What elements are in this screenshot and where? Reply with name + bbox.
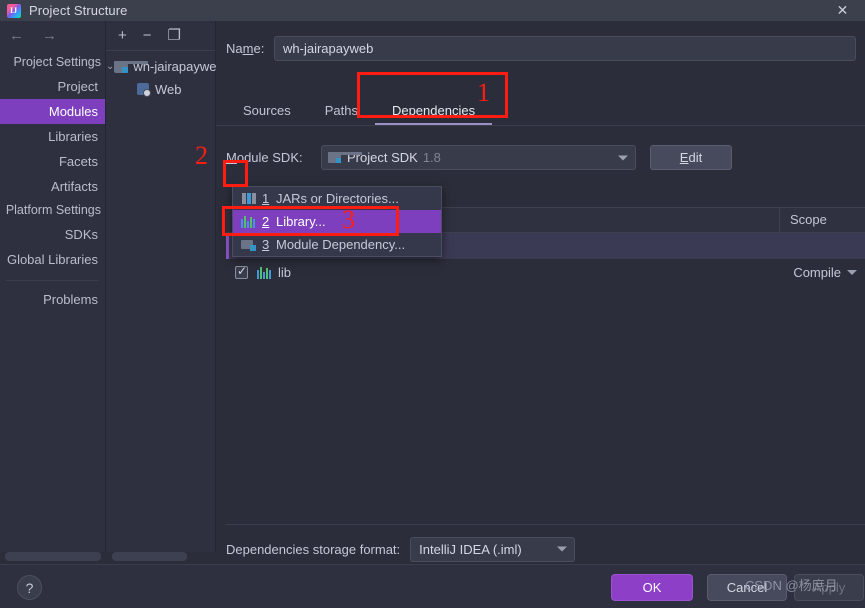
library-icon [257, 266, 271, 279]
close-icon[interactable]: ✕ [820, 0, 865, 21]
table-row[interactable]: lib Compile [226, 259, 865, 285]
watermark: CSDN @杨庶月 [745, 578, 838, 593]
module-tree-toolbar: + − ❐ [106, 21, 215, 50]
module-name-input[interactable]: wh-jairapayweb [274, 35, 856, 61]
sdk-folder-icon [328, 152, 362, 163]
module-sdk-select[interactable]: Project SDK 1.8 [321, 145, 636, 170]
ok-button[interactable]: OK [611, 574, 693, 601]
column-header-scope: Scope [779, 207, 865, 233]
module-sdk-version: 1.8 [422, 150, 441, 165]
dialog-footer: ? OK Cancel Apply [0, 564, 865, 608]
settings-sidebar: ← → Project Settings Project Modules Lib… [0, 21, 106, 552]
sidebar-item-facets[interactable]: Facets [0, 149, 105, 174]
remove-module-icon[interactable]: − [143, 28, 152, 43]
module-tree-body: ⌄ wh-jairapayweb Web [106, 50, 224, 101]
storage-format-label: Dependencies storage format: [226, 541, 401, 557]
storage-divider [226, 524, 865, 525]
annotation-number-1: 1 [477, 78, 490, 107]
menu-item-label: Module Dependency... [276, 237, 406, 252]
chevron-down-icon [847, 269, 857, 275]
annotation-number-3: 3 [342, 205, 355, 234]
tree-node-label: Web [155, 82, 182, 97]
jar-icon [241, 192, 256, 205]
module-tabs: Sources Paths Dependencies [226, 97, 493, 125]
menu-item-number: 2 [262, 214, 270, 229]
tree-node-web[interactable]: Web [106, 78, 215, 101]
dependency-name-label: lib [278, 264, 292, 280]
dependency-name-cell: lib [226, 264, 765, 280]
module-editor-panel: Name: wh-jairapayweb Sources Paths Depen… [216, 21, 865, 562]
window-title: Project Structure [29, 3, 128, 18]
menu-item-library[interactable]: 2 Library... [233, 210, 441, 233]
sidebar-item-libraries[interactable]: Libraries [0, 124, 105, 149]
module-folder-icon [114, 60, 149, 73]
tabs-divider [216, 125, 865, 126]
chevron-down-icon [557, 546, 568, 552]
tab-dependencies[interactable]: Dependencies [374, 98, 493, 125]
module-name-label: Name: [226, 40, 265, 56]
menu-item-number: 3 [262, 237, 270, 252]
intellij-idea-logo-icon: IJ [7, 3, 21, 18]
menu-item-label: JARs or Directories... [276, 191, 399, 206]
sidebar-divider [6, 280, 99, 281]
forward-icon[interactable]: → [42, 28, 57, 43]
copy-module-icon[interactable]: ❐ [168, 28, 181, 43]
sidebar-horizontal-scrollbar[interactable] [5, 552, 101, 561]
tree-node-module[interactable]: ⌄ wh-jairapayweb [106, 55, 224, 78]
help-button[interactable]: ? [17, 575, 42, 600]
edit-sdk-button[interactable]: Edit [650, 145, 732, 170]
sidebar-item-modules[interactable]: Modules [0, 99, 105, 124]
sidebar-group-platform-settings: Platform Settings [5, 203, 101, 217]
sidebar-group-project-settings: Project Settings [13, 55, 101, 69]
export-checkbox[interactable] [235, 264, 248, 279]
dependency-scope-label: Compile [793, 264, 841, 280]
module-tree-panel: + − ❐ ⌄ wh-jairapayweb Web [106, 21, 224, 552]
module-sdk-label: Module SDK: [226, 150, 303, 165]
web-facet-icon [136, 83, 151, 97]
tab-sources[interactable]: Sources [226, 98, 308, 125]
add-dependency-menu: 1 JARs or Directories... 2 Library... 3 … [232, 186, 442, 257]
module-name-row: Name: wh-jairapayweb [226, 35, 856, 61]
back-icon[interactable]: ← [9, 28, 24, 43]
tab-paths[interactable]: Paths [308, 98, 375, 125]
sidebar-list: Project Settings Project Modules Librari… [0, 50, 105, 312]
chevron-down-icon [618, 155, 628, 160]
storage-format-row: Dependencies storage format: IntelliJ ID… [226, 536, 856, 562]
sidebar-item-global-libraries[interactable]: Global Libraries [0, 247, 105, 272]
annotation-number-2: 2 [195, 141, 208, 170]
menu-item-label: Library... [276, 214, 326, 229]
sidebar-item-sdks[interactable]: SDKs [0, 222, 105, 247]
storage-format-value: IntelliJ IDEA (.iml) [419, 541, 522, 557]
project-structure-dialog: IJ Project Structure ✕ ← → Project Setti… [0, 0, 865, 608]
storage-format-select[interactable]: IntelliJ IDEA (.iml) [410, 536, 576, 562]
menu-item-module-dependency[interactable]: 3 Module Dependency... [233, 233, 441, 256]
library-icon [241, 215, 255, 228]
nav-arrows: ← → [0, 21, 105, 50]
add-module-icon[interactable]: + [118, 28, 127, 43]
sidebar-item-project[interactable]: Project [0, 74, 105, 99]
chevron-down-icon[interactable]: ⌄ [106, 61, 114, 72]
sidebar-item-problems[interactable]: Problems [0, 287, 105, 312]
menu-item-number: 1 [262, 191, 270, 206]
tree-horizontal-scrollbar[interactable] [112, 552, 187, 561]
sidebar-item-artifacts[interactable]: Artifacts [0, 174, 105, 199]
dependency-scope-select[interactable]: Compile [765, 265, 865, 280]
module-sdk-row: Module SDK: Project SDK 1.8 Edit [226, 145, 856, 170]
module-icon [241, 238, 256, 251]
menu-item-jars-or-directories[interactable]: 1 JARs or Directories... [233, 187, 441, 210]
title-bar: IJ Project Structure ✕ [0, 0, 865, 21]
